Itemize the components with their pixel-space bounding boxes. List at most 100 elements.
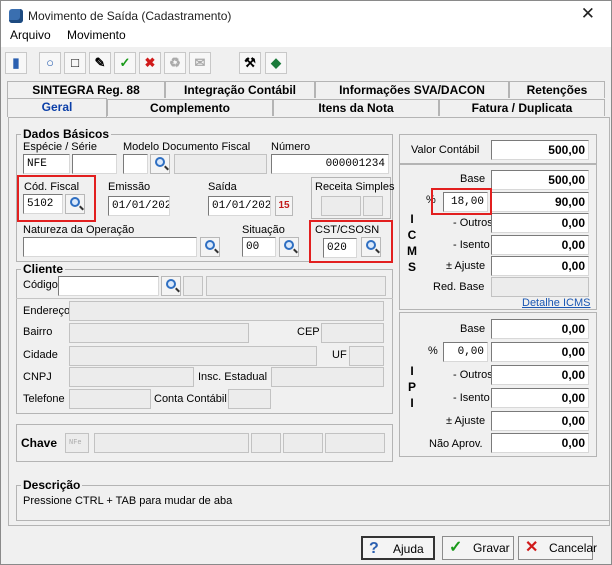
modelo-description-field <box>174 154 267 174</box>
ipi-outros-input[interactable]: 0,00 <box>491 365 589 385</box>
ipi-nao-aprov-input[interactable]: 0,00 <box>491 433 589 453</box>
calendar-icon[interactable]: 15 <box>275 196 293 216</box>
situacao-lookup-icon[interactable] <box>279 237 299 257</box>
codigo-label: Código <box>23 279 58 291</box>
ipi-nao-aprov-label: Não Aprov. <box>429 438 483 450</box>
icms-title: ICMS <box>407 212 417 274</box>
cep-field <box>321 323 384 343</box>
icms-isento-input[interactable]: 0,00 <box>491 235 589 255</box>
exit-icon[interactable]: ▮ <box>5 52 27 74</box>
modelo-input[interactable] <box>123 154 148 174</box>
recycle-icon[interactable]: ♻ <box>164 52 186 74</box>
edit-icon[interactable]: ✎ <box>89 52 111 74</box>
cnpj-label: CNPJ <box>23 371 52 383</box>
cnpj-field <box>69 367 194 387</box>
especie-serie-label: Espécie / Série <box>23 141 97 153</box>
ipi-base-input[interactable]: 0,00 <box>491 319 589 339</box>
cliente-calc-icon[interactable] <box>183 276 203 296</box>
natureza-lookup-icon[interactable] <box>200 237 220 257</box>
confirm-icon[interactable]: ✓ <box>114 52 136 74</box>
cidade-label: Cidade <box>23 349 58 361</box>
chave-label: Chave <box>21 436 58 450</box>
valor-contabil-label: Valor Contábil <box>411 144 480 156</box>
cancelar-button[interactable]: ✕ Cancelar <box>518 536 597 560</box>
numero-label: Número <box>271 141 311 153</box>
nfe-key-icon[interactable]: NFe <box>65 433 89 453</box>
icms-base-label: Base <box>460 173 486 185</box>
receita-simples-button[interactable] <box>363 196 383 216</box>
situacao-input[interactable]: 00 <box>242 237 276 257</box>
new-document-icon[interactable]: □ <box>64 52 86 74</box>
gravar-button[interactable]: ✓ Gravar <box>442 536 514 560</box>
saida-input[interactable]: 01/01/2021 <box>208 196 271 216</box>
tab-complemento[interactable]: Complemento <box>107 99 273 116</box>
cliente-divider <box>16 298 393 299</box>
natureza-input[interactable] <box>23 237 197 257</box>
checkmark-icon: ✓ <box>449 539 463 556</box>
bairro-label: Bairro <box>23 326 53 338</box>
nfe-icon[interactable]: ◆ <box>265 52 287 74</box>
cod-fiscal-highlight <box>17 175 96 222</box>
uf-label: UF <box>332 349 347 361</box>
cep-label: CEP <box>297 326 320 338</box>
ipi-valor-input[interactable]: 0,00 <box>491 342 589 362</box>
icms-outros-label: - Outros <box>453 217 493 229</box>
icms-ajuste-input[interactable]: 0,00 <box>491 256 589 276</box>
especie-input[interactable]: NFE <box>23 154 70 174</box>
chave-field-1 <box>94 433 249 453</box>
icms-base-input[interactable]: 500,00 <box>491 170 589 190</box>
ipi-base-label: Base <box>460 323 486 335</box>
cliente-lookup-icon[interactable] <box>161 276 181 296</box>
numero-input[interactable]: 000001234 <box>271 154 389 174</box>
cst-highlight <box>309 220 393 263</box>
ipi-isento-label: - Isento <box>453 392 490 404</box>
mail-icon[interactable]: ✉ <box>189 52 211 74</box>
cliente-codigo-input[interactable] <box>58 276 159 296</box>
icms-isento-label: - Isento <box>453 239 490 251</box>
ajuda-label: Ajuda <box>393 542 424 556</box>
uf-field <box>349 346 384 366</box>
icms-red-base-label: Red. Base <box>433 281 485 293</box>
gravar-label: Gravar <box>473 541 510 555</box>
cidade-field <box>69 346 317 366</box>
bairro-field <box>69 323 249 343</box>
saida-label: Saída <box>208 181 237 193</box>
tab-retencoes[interactable]: Retenções <box>509 81 605 98</box>
tab-sintegra[interactable]: SINTEGRA Reg. 88 <box>7 81 165 98</box>
title-bar: Movimento de Saída (Cadastramento) ✕ <box>1 1 611 31</box>
detalhe-icms-link[interactable]: Detalhe ICMS <box>522 297 590 309</box>
ipi-aliquota-input[interactable]: 0,00 <box>443 342 488 362</box>
emissao-input[interactable]: 01/01/2021 <box>108 196 170 216</box>
close-icon[interactable]: ✕ <box>581 4 595 24</box>
menu-arquivo[interactable]: Arquivo <box>10 28 51 42</box>
icms-valor-input[interactable]: 90,00 <box>491 192 589 212</box>
delete-icon[interactable]: ✖ <box>139 52 161 74</box>
insc-estadual-label: Insc. Estadual <box>198 371 268 383</box>
icms-outros-input[interactable]: 0,00 <box>491 213 589 233</box>
modelo-label: Modelo Documento Fiscal <box>123 141 251 153</box>
serie-input[interactable] <box>72 154 117 174</box>
telefone-label: Telefone <box>23 393 65 405</box>
cliente-nome-field <box>206 276 386 296</box>
chave-field-3 <box>283 433 323 453</box>
tab-itens[interactable]: Itens da Nota <box>273 99 439 116</box>
tab-geral[interactable]: Geral <box>7 98 107 117</box>
aliquota-highlight <box>431 188 492 215</box>
tools-icon[interactable]: ⚒ <box>239 52 261 74</box>
ajuda-button[interactable]: ? Ajuda <box>361 536 435 560</box>
tab-integracao[interactable]: Integração Contábil <box>165 81 315 98</box>
search-icon[interactable]: ○ <box>39 52 61 74</box>
valor-contabil-input[interactable]: 500,00 <box>491 140 589 160</box>
ipi-pct-symbol: % <box>428 345 438 357</box>
cancel-x-icon: ✕ <box>525 539 539 556</box>
icms-red-base-field <box>491 277 589 297</box>
ipi-isento-input[interactable]: 0,00 <box>491 388 589 408</box>
modelo-lookup-icon[interactable] <box>150 154 170 174</box>
tab-informacoes[interactable]: Informações SVA/DACON <box>315 81 509 98</box>
menu-movimento[interactable]: Movimento <box>67 28 126 42</box>
window: Movimento de Saída (Cadastramento) ✕ Arq… <box>0 0 612 565</box>
toolbar: ▮ ○ □ ✎ ✓ ✖ ♻ ✉ ⚒ ◆ <box>1 48 611 78</box>
tab-fatura[interactable]: Fatura / Duplicata <box>439 99 605 116</box>
ipi-ajuste-input[interactable]: 0,00 <box>491 411 589 431</box>
cancelar-label: Cancelar <box>549 541 598 555</box>
